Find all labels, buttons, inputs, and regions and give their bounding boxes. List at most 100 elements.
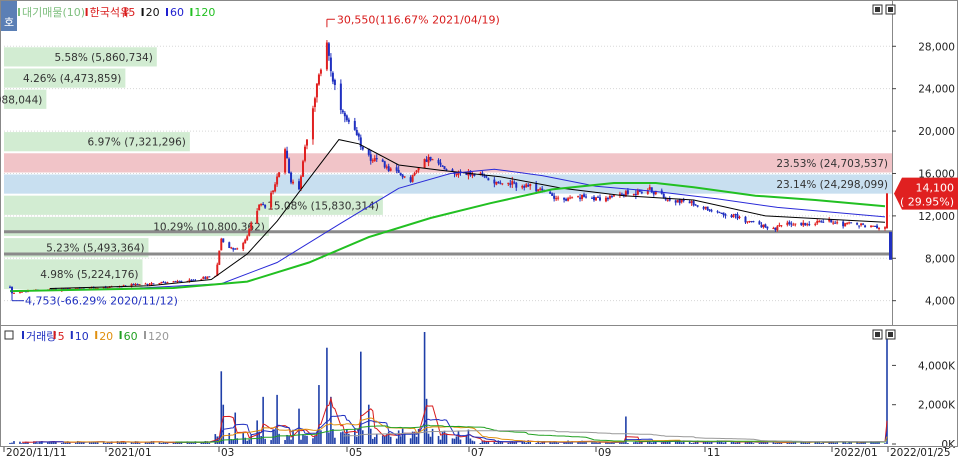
candle-body xyxy=(862,223,865,225)
volume-bar xyxy=(595,442,597,444)
volume-bar xyxy=(722,442,725,444)
candle-body xyxy=(598,197,601,201)
candle-body xyxy=(539,188,542,190)
candle-body xyxy=(371,160,374,162)
candle-body xyxy=(870,225,873,228)
volume-bar xyxy=(577,442,579,444)
volume-bar xyxy=(222,404,225,444)
volume-bar xyxy=(822,442,825,444)
volume-bar xyxy=(389,436,392,444)
candle-body xyxy=(612,195,615,197)
volume-bar xyxy=(651,442,653,444)
candle-body xyxy=(608,195,611,199)
volume-bar xyxy=(443,430,446,444)
volume-bar xyxy=(467,429,470,444)
candle-body xyxy=(286,150,289,159)
volume-bar xyxy=(326,347,328,444)
candle-body xyxy=(816,221,819,224)
candle-body xyxy=(313,98,316,108)
candle-body xyxy=(325,42,328,70)
volume-bar xyxy=(627,443,629,444)
candle-body xyxy=(802,222,805,226)
restore-icon-glyph xyxy=(875,7,880,12)
candle-body xyxy=(806,224,809,226)
volume-bar xyxy=(63,442,65,444)
candle-body xyxy=(746,221,749,223)
candle-body xyxy=(648,186,651,190)
candle-body xyxy=(583,194,586,197)
price-tick-label: 4,000 xyxy=(925,296,955,308)
candle-body xyxy=(301,161,304,177)
volume-bar xyxy=(346,428,348,444)
price-tick-label: 12,000 xyxy=(918,211,955,223)
volume-bar xyxy=(284,440,286,444)
volume-restore-icon-glyph xyxy=(875,332,880,337)
x-tick-label: 2022/01/25 xyxy=(890,447,951,459)
candle-body xyxy=(774,227,777,230)
volume-bar xyxy=(537,442,539,444)
candle-body xyxy=(772,228,775,230)
volume-bar xyxy=(427,433,430,444)
volume-tick-label: 2,000K xyxy=(918,400,956,412)
candle-body xyxy=(327,43,330,56)
volume-bar xyxy=(330,396,332,444)
volume-profile-label: 23.53% (24,703,537) xyxy=(776,158,888,170)
candle-body xyxy=(341,110,344,113)
candle-body xyxy=(507,182,510,185)
candle-body xyxy=(523,186,526,188)
candle-body xyxy=(804,222,807,226)
volume-bar xyxy=(292,429,294,444)
volume-panel-icon[interactable] xyxy=(4,330,14,340)
candle-body xyxy=(134,284,137,286)
volume-profile-label: 4.26% (4,473,859) xyxy=(23,73,121,85)
candle-body xyxy=(557,197,560,199)
volume-legend-swatch xyxy=(53,331,56,339)
volume-bar xyxy=(776,442,779,444)
volume-legend-swatch xyxy=(95,331,98,339)
candle-body xyxy=(361,146,364,150)
x-tick-label: 03 xyxy=(221,447,234,459)
legend-item: 5 xyxy=(128,6,135,19)
volume-tick-label: 4,000K xyxy=(918,360,956,372)
candle-body xyxy=(260,203,263,206)
legend-swatch xyxy=(190,8,193,16)
legend-item: 120 xyxy=(194,6,215,19)
candle-body xyxy=(345,115,348,121)
candle-body xyxy=(553,195,556,199)
volume-bar xyxy=(188,442,191,444)
volume-bar xyxy=(708,442,711,444)
candle-body xyxy=(439,162,442,165)
volume-bar xyxy=(455,436,458,444)
candle-body xyxy=(383,161,386,168)
candle-body xyxy=(150,283,153,285)
candle-body xyxy=(246,236,249,240)
candle-body xyxy=(397,169,400,173)
candle-body xyxy=(577,196,580,198)
volume-bar xyxy=(342,431,344,444)
volume-bar xyxy=(371,438,374,444)
volume-profile-label: 4.98% (5,224,176) xyxy=(40,269,138,281)
volume-maximize-icon-glyph xyxy=(888,332,893,337)
candle-body xyxy=(808,224,811,226)
candle-body xyxy=(674,200,677,203)
volume-bar xyxy=(47,442,49,444)
candle-body xyxy=(515,182,518,188)
candle-body xyxy=(750,221,753,223)
candle-body xyxy=(814,223,817,225)
volume-profile-label: 5.58% (5,860,734) xyxy=(54,52,152,64)
legend-swatch xyxy=(166,8,168,16)
candle-body xyxy=(387,166,390,172)
candle-body xyxy=(776,226,779,231)
candle-body xyxy=(317,74,320,85)
volume-bar xyxy=(473,441,476,444)
volume-legend-swatch xyxy=(22,331,24,339)
candle-body xyxy=(876,225,879,229)
x-axis: 2020/11/11 2021/01 03 05 07 09 11 2022/01 2022/0… xyxy=(0,446,958,459)
candle-body xyxy=(381,159,384,162)
volume-bar xyxy=(495,442,498,444)
volume-bar xyxy=(264,438,266,444)
legend-swatch xyxy=(85,8,88,16)
volume-bar xyxy=(302,434,304,444)
candle-body xyxy=(136,284,139,286)
volume-bar xyxy=(214,434,217,444)
